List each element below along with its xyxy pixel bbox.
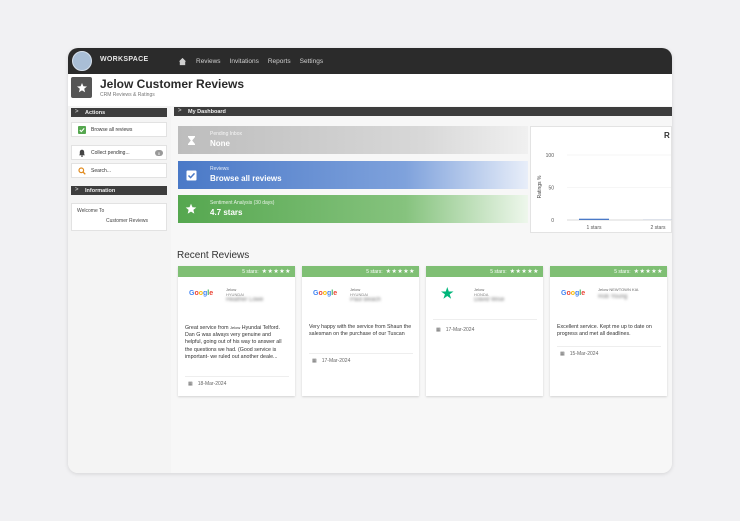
google-logo: Google	[189, 290, 214, 297]
pending-count-badge: 0	[155, 150, 163, 156]
review-rating-bar: 5 stars: ★★★★★	[550, 266, 667, 277]
review-date: ▦ 17-Mar-2024	[312, 358, 351, 364]
review-rating-bar: 5 stars: ★★★★★	[302, 266, 419, 277]
sidebar: > Actions Browse all reviews Collect pen…	[68, 106, 171, 473]
brand-logo[interactable]: WORKSPACE	[100, 56, 148, 63]
page-title: Jelow Customer Reviews	[100, 77, 245, 91]
review-date: ▦ 15-Mar-2024	[560, 351, 599, 357]
bell-icon	[79, 149, 85, 157]
divider	[557, 346, 661, 347]
page-header: Jelow Customer Reviews CRM Reviews & Rat…	[68, 74, 672, 106]
google-logo: Google	[561, 290, 586, 297]
review-card[interactable]: 5 stars: ★★★★★ Google Jelow NEWTOWN KIA R…	[550, 266, 667, 396]
calendar-icon: ▦	[312, 358, 317, 364]
search-icon	[78, 166, 86, 175]
review-rating-bar: 5 stars: ★★★★★	[178, 266, 295, 277]
information-header[interactable]: > Information	[71, 186, 167, 195]
trustpilot-star-icon: ★	[441, 285, 454, 301]
review-text: Great service from Jelow Hyundai Telford…	[185, 325, 282, 360]
checkbox-icon	[78, 125, 86, 134]
review-text: Excellent service. Kept me up to date on…	[557, 324, 652, 338]
reviewer-name: Rob Young	[598, 294, 628, 300]
star-rating-icon: ★★★★★	[633, 269, 663, 275]
sidebar-item-search[interactable]: Search...	[71, 163, 167, 178]
dashboard-header[interactable]: > My Dashboard	[174, 107, 672, 116]
top-navbar: WORKSPACE Reviews Invitations Reports Se…	[68, 48, 672, 74]
chart-bar	[579, 218, 609, 220]
review-text: Very happy with the service from Shaun t…	[309, 324, 412, 338]
nav-settings[interactable]: Settings	[300, 58, 324, 65]
checkbox-icon	[178, 161, 204, 189]
sidebar-item-collect[interactable]: Collect pending... 0	[71, 145, 167, 160]
pending-inbox-value: None	[210, 139, 230, 148]
nav-reports[interactable]: Reports	[268, 58, 291, 65]
chevron-right-icon: >	[178, 108, 182, 114]
chart-x-tick-label: 1 stars	[586, 225, 602, 231]
info-name: Customer Reviews	[106, 218, 148, 224]
home-icon[interactable]	[178, 57, 187, 66]
google-logo: Google	[313, 290, 338, 297]
star-rating-icon: ★★★★★	[509, 269, 539, 275]
chart-y-tick-label: 0	[551, 218, 554, 224]
star-rating-icon: ★★★★★	[261, 269, 291, 275]
app-frame: WORKSPACE Reviews Invitations Reports Se…	[68, 48, 672, 473]
chart-y-tick-label: 50	[548, 186, 554, 192]
review-date: ▦ 18-Mar-2024	[188, 381, 227, 387]
recent-reviews-title: Recent Reviews	[177, 250, 250, 261]
divider	[309, 353, 413, 354]
calendar-icon: ▦	[188, 381, 193, 387]
review-card[interactable]: 5 stars: ★★★★★ ★ Jelow HONDA David Wise ▦…	[426, 266, 543, 396]
chart-title: R	[664, 131, 670, 140]
review-card[interactable]: 5 stars: ★★★★★ Google Jelow HYUNDAI Heath…	[178, 266, 295, 396]
review-brand: Jelow NEWTOWN KIA	[598, 287, 639, 292]
ratings-chart: R 0 50 100 Ratings % 1 stars 2 stars	[530, 126, 672, 233]
reviews-tile-value: Browse all reviews	[210, 174, 282, 183]
chevron-right-icon: >	[75, 187, 79, 193]
chevron-right-icon: >	[75, 109, 79, 115]
star-rating-icon: ★★★★★	[385, 269, 415, 275]
chart-y-tick-label: 100	[546, 153, 555, 159]
main-nav: Reviews Invitations Reports Settings	[178, 48, 323, 74]
calendar-icon: ▦	[436, 327, 441, 333]
reviews-tile[interactable]: Reviews Browse all reviews	[178, 161, 528, 189]
divider	[185, 376, 289, 377]
info-welcome: Welcome To	[77, 208, 105, 214]
reviewer-name: Heather Lowe	[226, 297, 264, 303]
chart-y-axis-label: Ratings %	[537, 175, 543, 198]
reviews-tile-label: Reviews	[210, 166, 229, 172]
sidebar-item-browse[interactable]: Browse all reviews	[71, 122, 167, 137]
nav-invitations[interactable]: Invitations	[230, 58, 259, 65]
pending-inbox-label: Pending Inbox	[210, 131, 242, 137]
page-subtitle: CRM Reviews & Ratings	[100, 92, 155, 98]
review-rating-bar: 5 stars: ★★★★★	[426, 266, 543, 277]
sentiment-tile[interactable]: Sentiment Analysis (30 days) 4.7 stars	[178, 195, 528, 223]
sentiment-label: Sentiment Analysis (30 days)	[210, 200, 275, 206]
actions-header[interactable]: > Actions	[71, 108, 167, 117]
calendar-icon: ▦	[560, 351, 565, 357]
review-date: ▦ 17-Mar-2024	[436, 327, 475, 333]
review-card[interactable]: 5 stars: ★★★★★ Google Jelow HYUNDAI Paul …	[302, 266, 419, 396]
hourglass-icon	[178, 126, 204, 154]
main-content: > My Dashboard Pending Inbox None Review…	[171, 106, 672, 473]
page-star-icon	[71, 77, 92, 98]
chart-x-tick-label: 2 stars	[650, 225, 666, 231]
avatar[interactable]	[72, 51, 92, 71]
information-panel: Welcome To Customer Reviews	[71, 203, 167, 231]
ratings-chart-svg: R 0 50 100 Ratings % 1 stars 2 stars	[537, 131, 672, 231]
divider	[433, 319, 537, 320]
pending-inbox-tile[interactable]: Pending Inbox None	[178, 126, 528, 154]
nav-reviews[interactable]: Reviews	[196, 58, 221, 65]
sentiment-value: 4.7 stars	[210, 208, 243, 217]
star-icon	[178, 195, 204, 223]
reviewer-name: Paul Beach	[350, 297, 381, 303]
reviewer-name: David Wise	[474, 297, 505, 303]
